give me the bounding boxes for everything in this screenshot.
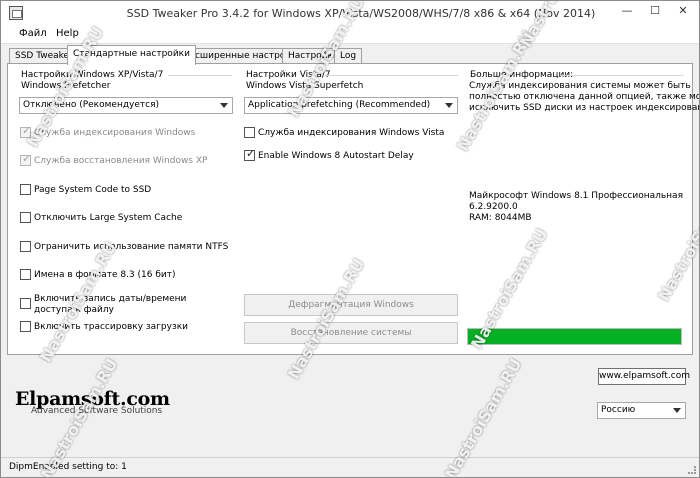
defrag-button[interactable]: Дефрагментация Windows xyxy=(244,294,458,316)
system-restore-button[interactable]: Восстановление системы xyxy=(244,322,458,344)
status-text: DipmEnabled setting to: 1 xyxy=(9,462,127,472)
info-text-line-2: полностью отключена данной опцией, также… xyxy=(469,92,700,102)
checkbox-boot-trace[interactable] xyxy=(20,321,31,332)
option-win8-autostart-delay-label: Enable Windows 8 Autostart Delay xyxy=(258,151,414,161)
info-divider xyxy=(560,75,684,76)
chevron-down-icon xyxy=(673,408,681,413)
option-windows-indexing-label: Служба индексирования Windows xyxy=(34,128,196,138)
logo-tagline: Advanced Software Solutions xyxy=(31,406,163,416)
chevron-down-icon xyxy=(445,103,453,108)
website-button[interactable]: www.elpamsoft.com xyxy=(598,368,690,385)
chevron-down-icon xyxy=(220,103,228,108)
option-xp-restore-label: Служба восстановления Windows XP xyxy=(34,156,208,166)
left-group-header: Настройки Windows XP/Vista/7 xyxy=(21,70,164,80)
middle-group-header: Настройки Vista/7 xyxy=(246,70,331,80)
menu-file[interactable]: Файл xyxy=(19,28,47,39)
checkbox-windows-indexing[interactable]: ✓ xyxy=(20,124,32,138)
checkbox-ntfs-memory[interactable] xyxy=(20,241,31,252)
app-window: SSD Tweaker Pro 3.4.2 for Windows XP/Vis… xyxy=(0,0,700,478)
progress-fill xyxy=(468,329,681,344)
info-text-line-1: Служба индексирования системы может быть xyxy=(469,81,691,91)
tab-standard-settings[interactable]: Стандартные настройки xyxy=(67,45,196,65)
checkbox-large-system-cache[interactable] xyxy=(20,212,31,223)
standard-settings-panel: Настройки Windows XP/Vista/7 Windows Pre… xyxy=(7,63,699,355)
checkbox-win8-autostart-delay[interactable]: ✓ xyxy=(244,147,256,161)
superfetch-select[interactable]: Application prefetching (Recommended) xyxy=(244,97,458,114)
os-name: Майкрософт Windows 8.1 Профессиональная xyxy=(469,191,683,201)
status-bar: DipmEnabled setting to: 1 xyxy=(1,457,699,477)
checkmark-icon: ✓ xyxy=(246,147,256,160)
option-8dot3-names-label: Имена в формате 8.3 (16 бит) xyxy=(34,270,176,280)
option-ntfs-memory-label: Ограничить использование памяти NTFS xyxy=(34,242,229,252)
minimize-icon[interactable]: — xyxy=(613,1,641,21)
option-boot-trace-label: Включить трассировку загрузки xyxy=(34,322,189,332)
superfetch-selected-value: Application prefetching (Recommended) xyxy=(248,100,431,110)
checkbox-last-access-time[interactable] xyxy=(20,298,31,309)
info-header: Больше информации: xyxy=(470,70,574,80)
maximize-icon[interactable]: ☐ xyxy=(641,1,669,21)
menu-help[interactable]: Help xyxy=(56,28,79,39)
checkbox-8dot3-names[interactable] xyxy=(20,269,31,280)
option-large-system-cache-label: Отключить Large System Cache xyxy=(34,213,183,223)
window-title: SSD Tweaker Pro 3.4.2 for Windows XP/Vis… xyxy=(126,7,596,20)
menu-bar: Файл Help xyxy=(1,25,699,44)
progress-bar xyxy=(467,328,682,345)
close-icon[interactable]: ✕ xyxy=(669,1,697,21)
language-select[interactable]: Россию xyxy=(597,402,686,419)
language-selected-value: Россию xyxy=(601,405,636,415)
checkmark-icon: ✓ xyxy=(22,124,32,137)
ram-info: RAM: 8044MB xyxy=(469,213,532,223)
checkmark-icon: ✓ xyxy=(22,152,32,165)
prefetcher-selected-value: Отключено (Рекомендуется) xyxy=(23,100,160,110)
checkbox-vista-indexing[interactable] xyxy=(244,127,255,138)
resize-grip-icon[interactable] xyxy=(688,466,696,474)
app-icon xyxy=(9,6,23,20)
middle-group-divider xyxy=(324,75,458,76)
title-bar[interactable]: SSD Tweaker Pro 3.4.2 for Windows XP/Vis… xyxy=(1,1,699,25)
option-page-system-code-label: Page System Code to SSD xyxy=(34,185,152,195)
checkbox-page-system-code[interactable] xyxy=(20,184,31,195)
option-last-access-time-label: Включить запись даты/времени доступа к ф… xyxy=(34,294,187,315)
prefetcher-label: Windows Prefetcher xyxy=(21,81,111,91)
tab-log[interactable]: Log xyxy=(334,48,363,64)
option-vista-indexing-label: Служба индексирования Windows Vista xyxy=(258,128,445,138)
left-group-divider xyxy=(168,75,232,76)
info-text-line-3: исключить SSD диски из настроек индексир… xyxy=(469,103,700,113)
checkbox-xp-restore[interactable]: ✓ xyxy=(20,152,32,166)
os-version: 6.2.9200.0 xyxy=(469,202,518,212)
prefetcher-select[interactable]: Отключено (Рекомендуется) xyxy=(19,97,233,114)
superfetch-label: Windows Vista Superfetch xyxy=(246,81,364,91)
